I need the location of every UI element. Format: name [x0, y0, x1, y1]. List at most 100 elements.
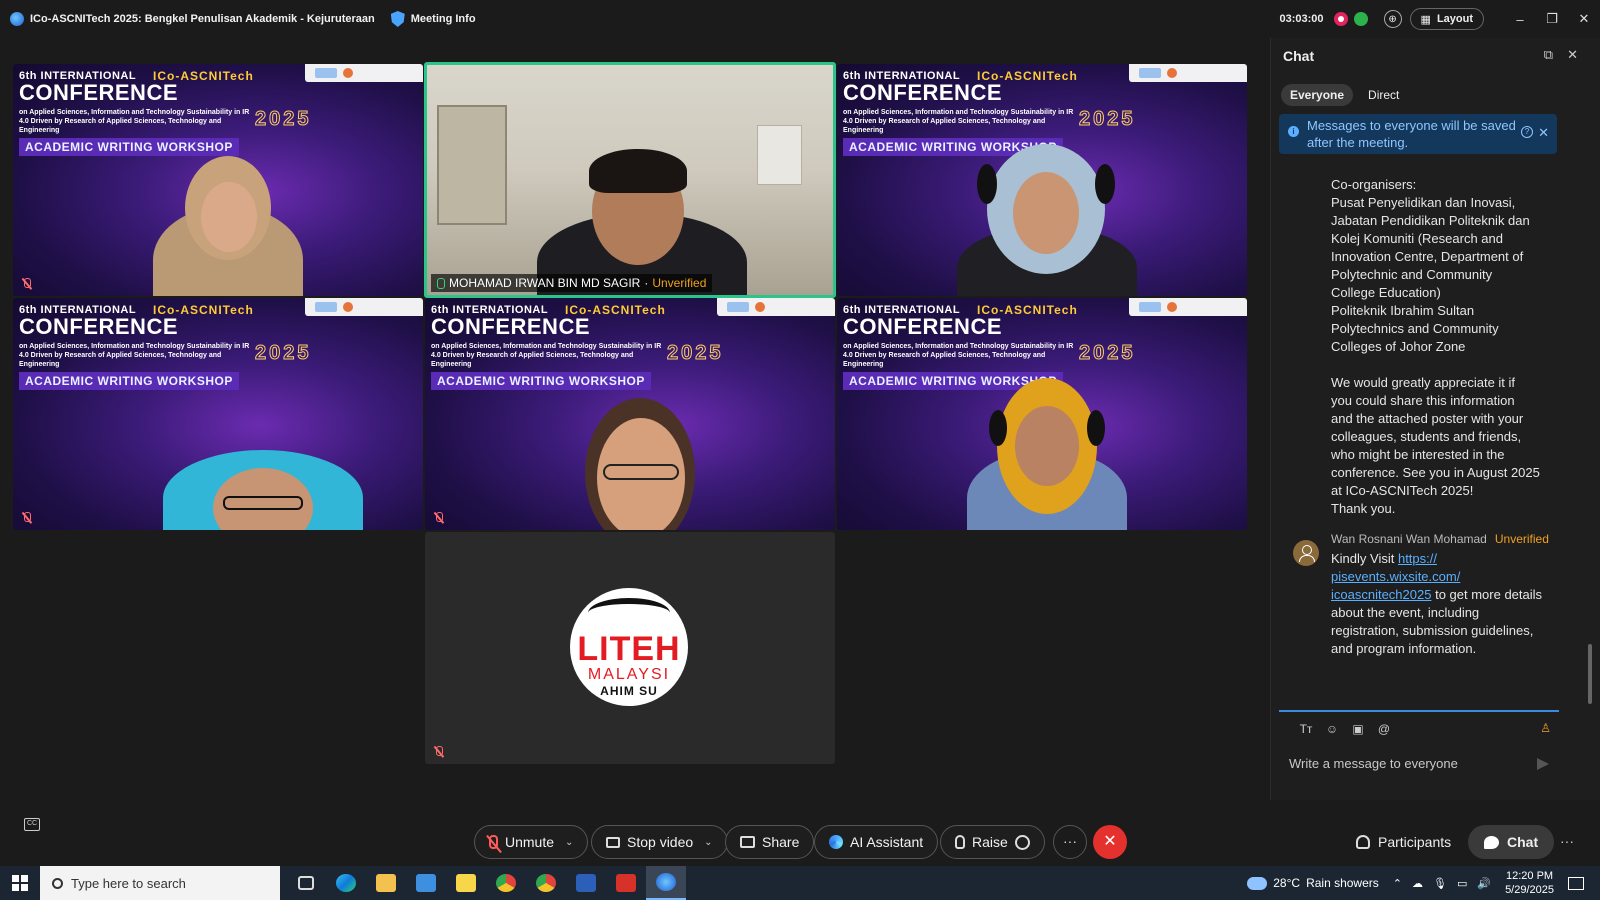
reactions-icon[interactable] — [1014, 834, 1030, 850]
chat-messages[interactable]: Co-organisers: Pusat Penyelidikan dan In… — [1271, 158, 1600, 750]
unmute-button[interactable]: Unmute ⌄ — [474, 825, 589, 859]
volume-icon[interactable]: 🔊 — [1477, 877, 1491, 890]
minimize-button[interactable]: – — [1504, 12, 1536, 27]
sponsor-logos — [1129, 64, 1247, 82]
muted-mic-icon — [433, 512, 445, 524]
windows-taskbar: Type here to search 28°C Rain showers ⌃ … — [0, 866, 1600, 900]
chat-tabs: Everyone Direct — [1281, 84, 1408, 106]
system-tray: 28°C Rain showers ⌃ ☁ 🎙 ▭ 🔊 12:20 PM 5/2… — [1247, 866, 1600, 900]
chrome-icon[interactable] — [486, 866, 526, 900]
edge-icon[interactable] — [326, 866, 366, 900]
slide-year: 2025 — [667, 342, 724, 365]
task-view-icon[interactable] — [286, 866, 326, 900]
webex-logo-icon — [10, 12, 24, 26]
sponsor-logos — [1129, 298, 1247, 316]
meeting-info-button[interactable]: Meeting Info — [390, 11, 476, 27]
chat-author: Wan Rosnani Wan Mohamad Unverified — [1331, 532, 1549, 546]
captions-icon[interactable]: CC — [24, 818, 40, 831]
tab-everyone[interactable]: Everyone — [1281, 84, 1354, 106]
text-format-icon[interactable]: Tт — [1299, 722, 1313, 736]
acrobat-icon[interactable] — [606, 866, 646, 900]
taskbar-clock[interactable]: 12:20 PM 5/29/2025 — [1505, 869, 1554, 897]
clock-date: 5/29/2025 — [1505, 884, 1554, 896]
assign-icon[interactable]: ♙ — [1540, 721, 1551, 735]
speaker-name: MOHAMAD IRWAN BIN MD SAGIR — [449, 276, 641, 290]
chat-scrollbar[interactable] — [1588, 644, 1592, 704]
store-icon[interactable] — [406, 866, 446, 900]
restore-button[interactable]: ❐ — [1536, 11, 1568, 27]
popout-icon[interactable]: ⧉ — [1544, 47, 1553, 63]
muted-mic-icon — [21, 512, 33, 524]
mention-icon[interactable]: @ — [1377, 722, 1391, 736]
taskbar-search[interactable]: Type here to search — [40, 866, 280, 900]
compose-toolbar: Tт ☺ ▣ @ — [1299, 722, 1391, 736]
stop-video-button[interactable]: Stop video ⌄ — [591, 825, 728, 859]
emoji-icon[interactable]: ☺ — [1325, 722, 1339, 736]
avatar[interactable] — [1293, 540, 1319, 566]
help-icon[interactable]: ? — [1521, 126, 1533, 138]
ai-status-icon[interactable] — [1353, 12, 1368, 26]
start-button[interactable] — [0, 866, 40, 900]
slide-subtitle: on Applied Sciences, Information and Tec… — [19, 109, 250, 134]
chevron-down-icon[interactable]: ⌄ — [565, 837, 573, 848]
chrome-profile-icon[interactable] — [526, 866, 566, 900]
chat-message-input[interactable] — [1289, 756, 1529, 771]
share-screen-icon — [740, 836, 755, 848]
hand-icon — [955, 835, 965, 849]
weather-widget[interactable]: 28°C Rain showers — [1247, 876, 1379, 890]
slide-title: CONFERENCE — [19, 314, 179, 339]
video-tile-3[interactable]: 6th INTERNATIONAL ICo-ASCNITech CONFEREN… — [837, 64, 1247, 296]
close-icon[interactable]: ✕ — [1567, 47, 1578, 63]
gif-icon[interactable]: ▣ — [1351, 722, 1365, 736]
video-tile-1[interactable]: 6th INTERNATIONAL ICo-ASCNITech CONFEREN… — [13, 64, 423, 296]
slide-subtitle: on Applied Sciences, Information and Tec… — [843, 343, 1074, 368]
layout-label: Layout — [1436, 13, 1473, 25]
mic-on-icon — [437, 277, 445, 289]
onedrive-icon[interactable]: ☁ — [1412, 877, 1423, 890]
chat-notice-text: Messages to everyone will be saved after… — [1307, 118, 1516, 150]
more-panels-button[interactable]: ··· — [1560, 833, 1574, 849]
slide-subtitle: on Applied Sciences, Information and Tec… — [19, 343, 250, 368]
grid-icon: ▦ — [1420, 13, 1431, 26]
video-tile-logo[interactable]: LITEH MALAYSI AHIM SU — [425, 532, 835, 764]
zoom-icon[interactable]: ⊕ — [1383, 10, 1402, 28]
video-tile-active-speaker[interactable]: MOHAMAD IRWAN BIN MD SAGIR · Unverified — [424, 62, 836, 298]
unmute-label: Unmute — [505, 834, 555, 850]
video-tile-4[interactable]: 6th INTERNATIONAL ICo-ASCNITech CONFEREN… — [13, 298, 423, 530]
chevron-up-icon[interactable]: ⌃ — [1393, 877, 1402, 890]
close-button[interactable]: ✕ — [1568, 11, 1600, 27]
word-icon[interactable] — [566, 866, 606, 900]
microphone-icon[interactable]: 🎙 — [1433, 877, 1447, 890]
chat-toggle-label: Chat — [1507, 834, 1539, 850]
stop-video-label: Stop video — [627, 834, 694, 850]
file-explorer-icon[interactable] — [366, 866, 406, 900]
chat-compose: Tт ☺ ▣ @ ♙ — [1279, 710, 1559, 790]
layout-button[interactable]: ▦ Layout — [1409, 8, 1484, 30]
notifications-icon[interactable] — [1568, 876, 1584, 890]
video-tile-6[interactable]: 6th INTERNATIONAL ICo-ASCNITech CONFEREN… — [837, 298, 1247, 530]
webex-taskbar-icon[interactable] — [646, 866, 686, 900]
slide-workshop-label: ACADEMIC WRITING WORKSHOP — [19, 138, 239, 156]
participants-icon — [1356, 835, 1370, 849]
share-button[interactable]: Share — [725, 825, 815, 859]
participants-button[interactable]: Participants — [1356, 825, 1451, 859]
tab-direct[interactable]: Direct — [1359, 84, 1408, 106]
slide-subtitle: on Applied Sciences, Information and Tec… — [431, 343, 662, 368]
slide-year: 2025 — [1079, 108, 1136, 131]
ai-assistant-button[interactable]: AI Assistant — [814, 825, 939, 859]
slide-title: CONFERENCE — [19, 80, 179, 105]
raise-hand-button[interactable]: Raise — [940, 825, 1045, 859]
network-icon[interactable]: ▭ — [1457, 877, 1467, 890]
video-tile-5[interactable]: 6th INTERNATIONAL ICo-ASCNITech CONFEREN… — [425, 298, 835, 530]
more-options-button[interactable]: ··· — [1053, 825, 1087, 859]
end-call-button[interactable]: ✕ — [1093, 825, 1127, 859]
chevron-down-icon[interactable]: ⌄ — [704, 837, 712, 848]
info-icon: i — [1288, 126, 1299, 137]
send-icon[interactable] — [1537, 758, 1549, 770]
slide-workshop-label: ACADEMIC WRITING WORKSHOP — [431, 372, 651, 390]
close-icon[interactable]: ✕ — [1538, 124, 1549, 141]
chat-toggle-button[interactable]: Chat — [1468, 825, 1555, 859]
sticky-notes-icon[interactable] — [446, 866, 486, 900]
chat-author-status: Unverified — [1494, 532, 1549, 546]
recording-icon[interactable] — [1333, 12, 1348, 26]
